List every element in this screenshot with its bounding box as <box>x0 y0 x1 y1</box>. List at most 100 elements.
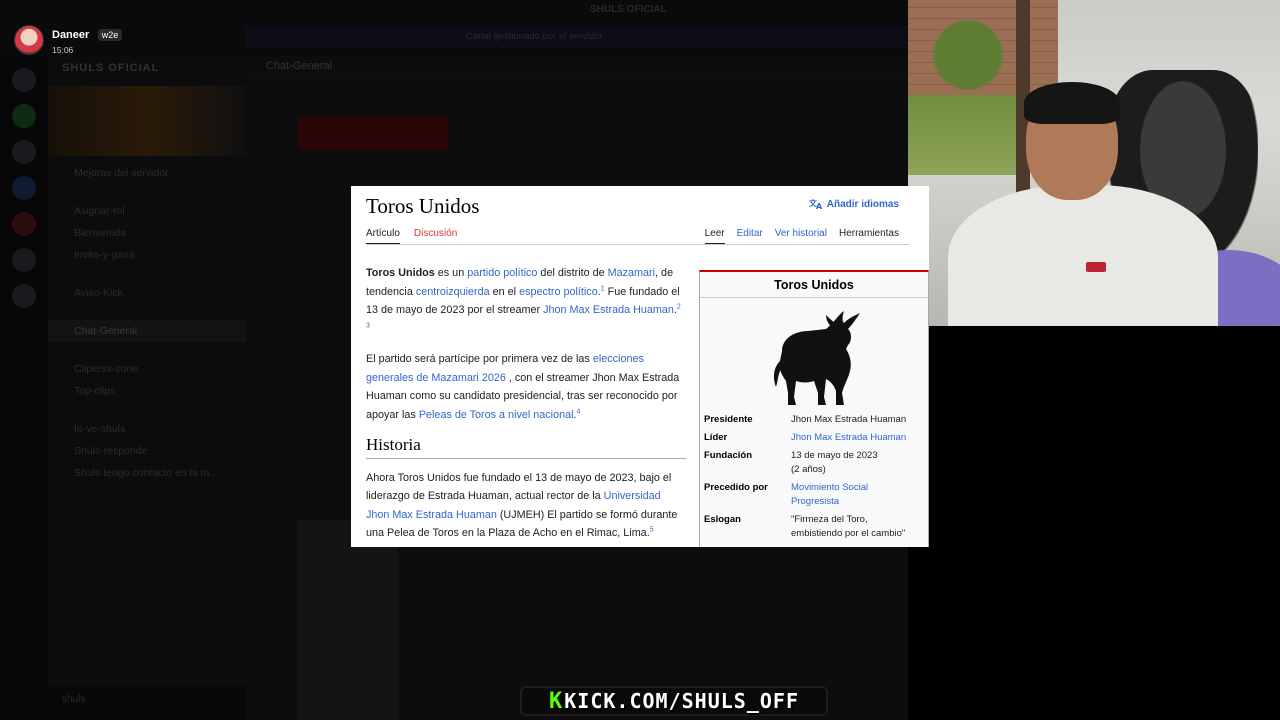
tab-history[interactable]: Ver historial <box>775 228 827 245</box>
discord-window-title: SHULS OFICIAL <box>590 4 667 15</box>
kick-logo-icon: K <box>549 688 563 714</box>
channel-category[interactable] <box>48 184 246 200</box>
channel-category[interactable] <box>48 266 246 282</box>
founding-date: 13 de mayo de 2023 <box>791 450 878 461</box>
tabs-divider <box>366 244 909 245</box>
garden <box>908 95 1028 175</box>
server-icon[interactable] <box>12 212 36 236</box>
tab-tools[interactable]: Herramientas <box>839 228 899 245</box>
tab-read[interactable]: Leer <box>704 228 725 245</box>
infobox-row-preceded: Precedido por Movimiento Social Progresis… <box>700 479 928 511</box>
infobox-title: Toros Unidos <box>700 272 928 298</box>
message-embed <box>298 520 398 720</box>
predecessor-line2: Progresista <box>791 496 840 507</box>
page-title: Toros Unidos <box>366 194 480 218</box>
channel-item[interactable]: Shuls-responde <box>48 440 246 462</box>
infobox: Toros Unidos Presidente Jhon Max Estrada… <box>699 270 929 547</box>
infobox-label: Eslogan <box>704 514 741 525</box>
chat-header: Chat-General <box>246 56 908 78</box>
view-tabs: Leer Editar Ver historial Herramientas <box>704 228 899 245</box>
founding-age: (2 años) <box>791 464 826 475</box>
infobox-value: "Firmeza del Toro, embistiendo por el cam… <box>791 513 905 541</box>
namespace-tabs: Artículo Discusión <box>366 228 457 245</box>
channel-item[interactable]: Bienvenida <box>48 222 246 244</box>
shirt-logo <box>1086 262 1106 272</box>
article-subject: Toros Unidos <box>366 267 435 279</box>
channel-category[interactable] <box>48 342 246 358</box>
translate-icon: 文 A <box>809 198 823 210</box>
server-icon[interactable] <box>12 284 36 308</box>
server-rail <box>0 56 48 720</box>
infobox-row-leader: Líder Jhon Max Estrada Huaman <box>700 429 928 447</box>
link[interactable]: Mazamari <box>608 267 655 279</box>
tab-discussion[interactable]: Discusión <box>414 228 457 245</box>
server-name[interactable]: SHULS OFICIAL <box>48 56 246 86</box>
channel-category[interactable] <box>48 304 246 320</box>
server-icon[interactable] <box>12 176 36 200</box>
infobox-row-slogan: Eslogan "Firmeza del Toro, embistiendo po… <box>700 511 928 543</box>
channel-item-active[interactable]: Chat-General <box>48 320 246 342</box>
text: El partido será partícipe por primera ve… <box>366 353 593 365</box>
stream-time: 15:06 <box>52 45 74 55</box>
streamer-avatar <box>14 25 44 55</box>
tab-article[interactable]: Artículo <box>366 228 400 245</box>
server-banner <box>48 86 246 156</box>
streamer-name: Daneer <box>52 29 90 41</box>
server-icon[interactable] <box>12 248 36 272</box>
kick-url-banner: K KICK.COM/SHULS_OFF <box>520 686 828 716</box>
text: en el <box>489 285 520 298</box>
link[interactable]: partido político <box>467 267 537 279</box>
username: shuls <box>62 694 86 705</box>
server-icon[interactable] <box>12 68 36 92</box>
link[interactable]: Jhon Max Estrada Huaman <box>543 304 674 316</box>
section-heading-history: Historia <box>366 435 686 459</box>
webcam-feed <box>908 0 1280 326</box>
article-body: Toros Unidos es un partido político del … <box>366 264 686 547</box>
channel-sidebar: SHULS OFICIAL Mejoras del servidor Asign… <box>48 56 294 720</box>
infobox-row-president: Presidente Jhon Max Estrada Huaman <box>700 411 928 429</box>
infobox-value-link[interactable]: Movimiento Social Progresista <box>791 481 868 509</box>
wikipedia-page: Toros Unidos 文 A Añadir idiomas Artículo… <box>351 186 929 547</box>
infobox-label: Fundación <box>704 450 753 461</box>
channel-category[interactable] <box>48 402 246 418</box>
add-languages-label: Añadir idiomas <box>826 198 899 210</box>
predecessor-line1: Movimiento Social <box>791 482 869 493</box>
citation[interactable]: 3 <box>366 322 370 329</box>
intro-paragraph: Toros Unidos es un partido político del … <box>366 267 681 329</box>
citation[interactable]: 5 <box>650 526 654 533</box>
server-icon[interactable] <box>12 104 36 128</box>
channel-item[interactable]: Asignar-rol <box>48 200 246 222</box>
link[interactable]: centroizquierda <box>416 286 490 298</box>
channel-item[interactable]: Top-clips <box>48 380 246 402</box>
streamer-badge: w2e <box>97 29 123 41</box>
history-paragraph: Ahora Toros Unidos fue fundado el 13 de … <box>366 469 686 543</box>
server-icon[interactable] <box>12 140 36 164</box>
infobox-value: 13 de mayo de 2023 (2 años) <box>791 449 878 477</box>
channel-item[interactable]: Mejoras del servidor <box>48 162 246 184</box>
streamer-hair <box>1024 82 1120 124</box>
infobox-label: Presidente <box>704 414 753 425</box>
text: es un <box>434 267 468 279</box>
channel-item[interactable]: Aviso-Kick <box>48 282 246 304</box>
add-languages-button[interactable]: 文 A Añadir idiomas <box>809 198 899 210</box>
infobox-value-link[interactable]: Jhon Max Estrada Huaman <box>791 431 906 445</box>
bull-logo-image[interactable] <box>764 301 864 409</box>
plant <box>928 10 1008 100</box>
second-paragraph: El partido será partícipe por primera ve… <box>366 353 680 421</box>
tab-edit[interactable]: Editar <box>737 228 763 245</box>
channel-item[interactable]: Invita-y-gana <box>48 244 246 266</box>
link[interactable]: Peleas de Toros a nivel nacional <box>419 409 574 421</box>
message-preview[interactable]: Shuls tengo contacto en la m... <box>48 462 246 484</box>
infobox-label: Precedido por <box>704 482 768 493</box>
channel-item[interactable]: Clipersx-zone <box>48 358 246 380</box>
slogan-line2: embistiendo por el cambio" <box>791 528 906 539</box>
infobox-value: Jhon Max Estrada Huaman <box>791 414 907 425</box>
slogan-line1: "Firmeza del Toro, <box>791 514 868 525</box>
citation[interactable]: 4 <box>577 408 581 415</box>
streamer-body <box>948 185 1218 326</box>
infobox-row-founded: Fundación 13 de mayo de 2023 (2 años) <box>700 447 928 479</box>
channel-item[interactable]: Io-ve-shuls <box>48 418 246 440</box>
top-notice: Canal gestionado por el servidor <box>246 26 908 48</box>
citation[interactable]: 2 <box>677 303 681 310</box>
link[interactable]: espectro político <box>519 286 598 298</box>
